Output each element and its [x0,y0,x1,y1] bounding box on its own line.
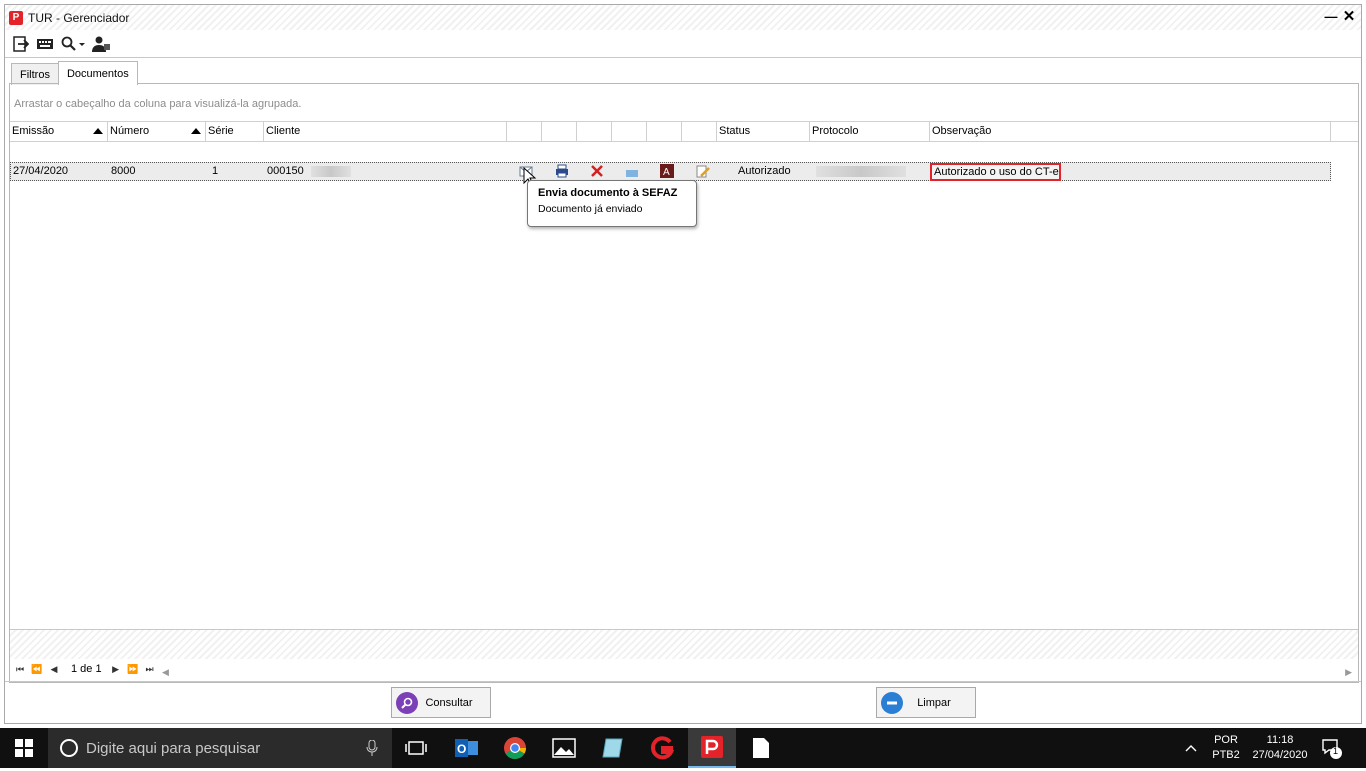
consultar-button[interactable]: Consultar [391,687,491,718]
taskbar-search[interactable]: Digite aqui para pesquisar [48,728,392,768]
page-indicator: 1 de 1 [71,663,102,675]
column-header-cliente[interactable]: Cliente [264,122,507,141]
search-icon [396,691,418,714]
column-header-numero[interactable]: Número [108,122,206,141]
first-page-icon[interactable]: ⏮ [14,664,26,675]
tooltip: Envia documento à SEFAZ Documento já env… [527,180,697,227]
column-header-pdf[interactable] [647,122,682,141]
notification-center-icon [1322,739,1342,759]
toolbar [5,31,1361,58]
column-header-cancel[interactable] [577,122,612,141]
table-row[interactable]: 27/04/2020 8000 1 000150 A Autorizado Au… [10,162,1331,181]
sort-asc-icon [191,128,201,134]
cancel-document-icon[interactable] [590,164,604,178]
documents-panel: Arrastar o cabeçalho da coluna para visu… [9,83,1359,683]
tur-app-taskbar-icon[interactable] [688,728,736,768]
blank-document-icon[interactable] [737,728,785,768]
keyboard-layout: PTB2 [1212,749,1240,761]
cortana-icon [60,739,78,757]
next-group-icon[interactable]: ⏩ [127,664,139,675]
consultar-label: Consultar [425,696,473,709]
grid-header: Emissão Número Série Cliente Status Prot… [10,121,1358,142]
column-label: Emissão [12,125,55,137]
language-code: POR [1214,734,1238,746]
next-page-icon[interactable]: ▶ [110,664,122,675]
email-icon[interactable] [625,164,639,178]
edit-pencil-icon[interactable] [696,164,710,178]
prev-group-icon[interactable]: ⏪ [31,664,43,675]
window-title: TUR - Gerenciador [28,10,130,25]
column-header-send[interactable] [507,122,542,141]
app-window: P TUR - Gerenciador — ✕ Filtros Document… [4,4,1362,724]
photos-icon[interactable] [540,728,588,768]
tooltip-title: Envia documento à SEFAZ [538,187,678,199]
cell-emissao: 27/04/2020 [13,165,69,177]
redacted-protocolo [816,166,906,177]
grid-footer [10,629,1358,659]
outlook-icon[interactable]: O [443,728,491,768]
column-header-observacao[interactable]: Observação [930,122,1331,141]
user-icon[interactable] [91,35,111,53]
column-label: Número [110,125,150,137]
microphone-icon[interactable] [366,740,378,756]
notepad-tablet-icon[interactable] [589,728,637,768]
limpar-label: Limpar [917,696,951,709]
sort-asc-icon [93,128,103,134]
pager: ⏮ ⏪ ◀ 1 de 1 ▶ ⏩ ⏭ [10,659,1358,679]
column-header-serie[interactable]: Série [206,122,264,141]
cell-observacao: Autorizado o uso do CT-e [930,163,1061,181]
tab-strip: Filtros Documentos [11,61,138,85]
chrome-icon[interactable] [491,728,539,768]
notification-count: 1 [1333,746,1339,756]
column-header-print[interactable] [542,122,577,141]
cell-numero: 8000 [111,165,136,177]
tab-filtros[interactable]: Filtros [11,63,59,85]
close-button[interactable]: ✕ [1341,9,1357,25]
svg-text:O: O [457,742,466,756]
clock[interactable]: 11:18 27/04/2020 [1248,728,1312,768]
prev-page-icon[interactable]: ◀ [48,664,60,675]
svg-text:A: A [663,167,670,178]
limpar-button[interactable]: Limpar [876,687,976,718]
scroll-right-icon[interactable]: ▶ [1345,667,1352,678]
last-page-icon[interactable]: ⏭ [144,664,156,675]
taskbar: Digite aqui para pesquisar O POR PTB2 11… [0,728,1366,768]
keyboard-icon[interactable] [35,35,55,53]
redacted-client-name [311,166,351,177]
tab-documentos[interactable]: Documentos [57,61,138,85]
cell-serie: 1 [212,165,219,177]
column-header-edit[interactable] [682,122,717,141]
scroll-left-icon[interactable]: ◀ [162,667,169,678]
search-dropdown-icon[interactable] [59,35,87,53]
column-header-protocolo[interactable]: Protocolo [810,122,930,141]
input-language[interactable]: POR PTB2 [1206,728,1246,768]
column-header-emissao[interactable]: Emissão [10,122,108,141]
action-bar: Consultar Limpar [5,681,1361,725]
red-g-app-icon[interactable] [638,728,686,768]
title-bar: P TUR - Gerenciador — ✕ [5,5,1361,30]
show-hidden-icons-icon[interactable] [1184,728,1202,768]
tooltip-text: Documento já enviado [538,203,643,215]
cell-cliente: 000150 [267,165,304,177]
pdf-document-icon[interactable]: A [660,164,674,178]
column-header-email[interactable] [612,122,647,141]
minus-icon [881,691,903,714]
clock-date: 27/04/2020 [1252,749,1308,761]
task-view-icon[interactable] [392,728,440,768]
search-placeholder: Digite aqui para pesquisar [86,739,261,757]
exit-icon[interactable] [11,35,31,53]
group-by-hint: Arrastar o cabeçalho da coluna para visu… [14,98,302,110]
clock-time: 11:18 [1266,734,1294,746]
column-header-status[interactable]: Status [717,122,810,141]
print-icon[interactable] [555,164,569,178]
notifications-button[interactable]: 1 [1318,728,1354,768]
app-icon: P [9,10,23,25]
minimize-button[interactable]: — [1323,9,1339,25]
windows-start-icon[interactable] [0,728,48,768]
cell-status: Autorizado [738,165,791,177]
